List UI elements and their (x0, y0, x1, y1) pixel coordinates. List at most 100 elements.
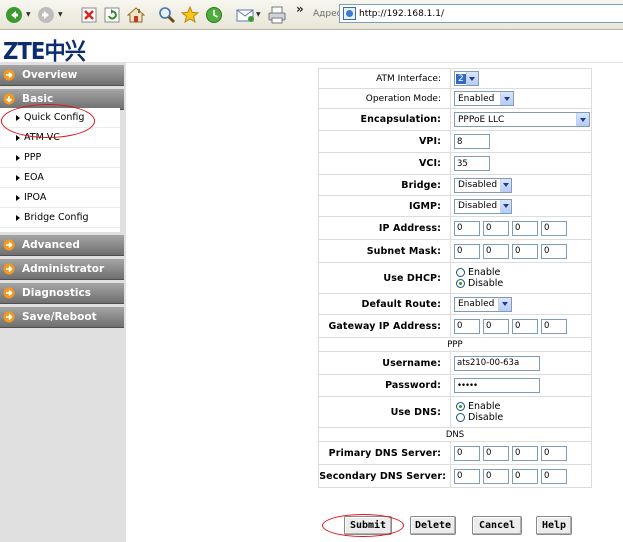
default-route-select[interactable]: Enabled (454, 296, 512, 312)
home-icon[interactable] (126, 5, 146, 25)
operation-mode-label: Operation Mode: (318, 88, 451, 109)
radio-button[interactable] (456, 268, 465, 277)
submenu-ppp[interactable]: PPP (0, 148, 120, 168)
select-value: PPPoE LLC (458, 114, 505, 125)
arrow-down-icon (3, 93, 15, 105)
dns-enable-option[interactable]: Enable (456, 401, 591, 412)
select-value: Enabled (458, 299, 495, 309)
zte-logo: ZTE中兴 (3, 39, 86, 65)
stop-icon[interactable] (80, 5, 98, 25)
submenu-eoa[interactable]: EOA (0, 168, 120, 188)
submenu-label: PPP (24, 152, 42, 163)
password-input[interactable]: ••••• (454, 378, 540, 393)
sdns-octet-3[interactable]: 0 (512, 468, 538, 484)
print-icon[interactable] (266, 5, 288, 25)
menu-advanced[interactable]: Advanced (0, 235, 124, 256)
menu-administrator[interactable]: Administrator (0, 259, 124, 280)
row-ip-address: IP Address: 0000 (318, 216, 592, 240)
menu-save-reboot[interactable]: Save/Reboot (0, 307, 124, 328)
pdns-octet-4[interactable]: 0 (541, 445, 567, 461)
radio-button[interactable] (456, 402, 465, 411)
favorites-icon[interactable] (180, 5, 200, 25)
menu-label: Advanced (22, 239, 80, 251)
radio-label: Disable (468, 412, 504, 423)
menu-diagnostics[interactable]: Diagnostics (0, 283, 124, 304)
dhcp-enable-option[interactable]: Enable (456, 267, 591, 278)
row-atm-interface: ATM Interface: 2 (318, 68, 592, 89)
chevron-down-icon (576, 113, 589, 126)
row-default-route: Default Route: Enabled (318, 293, 592, 315)
pdns-octet-3[interactable]: 0 (512, 445, 538, 461)
gateway-octet-2[interactable]: 0 (483, 318, 509, 334)
igmp-select[interactable]: Disabled (454, 198, 512, 214)
ip-octet-2[interactable]: 0 (483, 220, 509, 236)
sdns-octet-2[interactable]: 0 (483, 468, 509, 484)
mask-octet-4[interactable]: 0 (541, 243, 567, 259)
select-value: 2 (456, 73, 466, 84)
bullet-icon (16, 214, 20, 221)
dhcp-disable-option[interactable]: Disable (456, 278, 591, 289)
mask-octet-2[interactable]: 0 (483, 243, 509, 259)
history-icon[interactable] (204, 5, 224, 25)
radio-button[interactable] (456, 413, 465, 422)
menu-label: Overview (22, 69, 78, 81)
gateway-octet-1[interactable]: 0 (454, 318, 480, 334)
forward-dropdown-icon[interactable]: ▼ (58, 12, 64, 18)
submenu-ipoa[interactable]: IPOA (0, 188, 120, 208)
toolbar-overflow-icon[interactable]: » (296, 2, 304, 16)
chevron-down-icon (500, 178, 511, 192)
ip-octet-4[interactable]: 0 (541, 220, 567, 236)
address-url[interactable]: http://192.168.1.1/ (359, 9, 444, 19)
menu-overview[interactable]: Overview (0, 65, 124, 86)
mail-icon[interactable] (235, 5, 257, 25)
refresh-icon[interactable] (103, 5, 121, 25)
menu-label: Diagnostics (22, 287, 91, 299)
vci-label: VCI: (318, 152, 451, 175)
gateway-octet-3[interactable]: 0 (512, 318, 538, 334)
row-igmp: IGMP: Disabled (318, 195, 592, 217)
mask-octet-1[interactable]: 0 (454, 243, 480, 259)
encapsulation-select[interactable]: PPPoE LLC (454, 112, 590, 127)
igmp-label: IGMP: (318, 195, 451, 217)
help-button[interactable]: Help (536, 516, 572, 535)
gateway-ip-label: Gateway IP Address: (318, 314, 451, 338)
dns-disable-option[interactable]: Disable (456, 412, 591, 423)
row-secondary-dns: Secondary DNS Server: 0000 (318, 464, 592, 488)
operation-mode-select[interactable]: Enabled (454, 91, 514, 106)
vci-input[interactable]: 35 (454, 156, 490, 171)
quick-config-form: ATM Interface: 2 Operation Mode: Enabled… (318, 68, 592, 488)
sdns-octet-4[interactable]: 0 (541, 468, 567, 484)
mail-dropdown-icon[interactable]: ▼ (256, 12, 262, 18)
username-input[interactable]: ats210-00-63a (454, 355, 540, 371)
ip-octet-3[interactable]: 0 (512, 220, 538, 236)
row-username: Username: ats210-00-63a (318, 351, 592, 375)
ip-octet-1[interactable]: 0 (454, 220, 480, 236)
row-vpi: VPI: 8 (318, 130, 592, 153)
menu-label: Administrator (22, 263, 105, 275)
sdns-octet-1[interactable]: 0 (454, 468, 480, 484)
pdns-octet-2[interactable]: 0 (483, 445, 509, 461)
atm-interface-select[interactable]: 2 (454, 71, 479, 86)
chevron-down-icon (498, 297, 511, 311)
forward-icon[interactable] (36, 5, 56, 25)
highlight-circle (1, 104, 95, 138)
gateway-octet-4[interactable]: 0 (541, 318, 567, 334)
radio-button[interactable] (456, 279, 465, 288)
back-dropdown-icon[interactable]: ▼ (26, 12, 32, 18)
use-dns-label: Use DNS: (318, 396, 451, 428)
row-encapsulation: Encapsulation: PPPoE LLC (318, 108, 592, 131)
bullet-icon (16, 194, 20, 201)
ip-address-label: IP Address: (318, 216, 451, 240)
row-password: Password: ••••• (318, 374, 592, 397)
submenu-bridge-config[interactable]: Bridge Config (0, 208, 120, 228)
search-icon[interactable] (157, 5, 177, 25)
bridge-select[interactable]: Disabled (454, 177, 512, 193)
subnet-mask-label: Subnet Mask: (318, 239, 451, 263)
cancel-button[interactable]: Cancel (472, 516, 522, 535)
mask-octet-3[interactable]: 0 (512, 243, 538, 259)
back-icon[interactable] (4, 5, 24, 25)
pdns-octet-1[interactable]: 0 (454, 445, 480, 461)
vpi-input[interactable]: 8 (454, 134, 490, 149)
address-bar[interactable]: http://192.168.1.1/ (339, 4, 623, 23)
delete-button[interactable]: Delete (410, 516, 456, 535)
